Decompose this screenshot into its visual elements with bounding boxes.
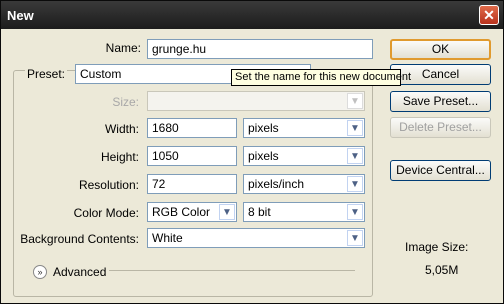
height-label: Height:: [100, 150, 139, 164]
background-contents-select[interactable]: White ▼: [147, 228, 365, 248]
bit-depth-select[interactable]: 8 bit ▼: [243, 202, 365, 222]
chevron-down-icon[interactable]: ▼: [219, 204, 235, 220]
size-select: ▼: [147, 91, 365, 111]
resolution-input[interactable]: 72: [147, 174, 237, 194]
chevron-down-icon[interactable]: ▼: [347, 176, 363, 192]
color-mode-label: Color Mode:: [73, 206, 139, 220]
title-bar[interactable]: New ✕: [1, 1, 503, 29]
image-size-value: 5,05M: [425, 263, 459, 277]
expand-icon[interactable]: »: [33, 265, 47, 279]
chevron-down-icon[interactable]: ▼: [347, 148, 363, 164]
preset-value: Custom: [80, 67, 122, 81]
name-label: Name:: [105, 41, 141, 55]
name-input[interactable]: grunge.hu: [147, 39, 373, 59]
size-label: Size:: [112, 95, 139, 109]
width-input[interactable]: 1680: [147, 118, 237, 138]
background-contents-value: White: [152, 231, 183, 245]
height-input[interactable]: 1050: [147, 146, 237, 166]
color-mode-select[interactable]: RGB Color ▼: [147, 202, 237, 222]
new-document-dialog: New ✕ Name: grunge.hu Preset: Custom Siz…: [0, 0, 504, 304]
advanced-toggle[interactable]: Advanced: [53, 265, 106, 279]
width-label: Width:: [104, 122, 139, 136]
resolution-unit-value: pixels/inch: [248, 177, 305, 191]
name-tooltip: Set the name for this new document: [231, 69, 411, 86]
dialog-body: Name: grunge.hu Preset: Custom Size: ▼ W…: [1, 29, 503, 303]
advanced-divider: [109, 270, 355, 271]
chevron-down-icon: ▼: [347, 93, 363, 109]
bit-depth-value: 8 bit: [248, 205, 271, 219]
width-unit-value: pixels: [248, 121, 279, 135]
chevron-down-icon[interactable]: ▼: [347, 204, 363, 220]
device-central-button[interactable]: Device Central...: [390, 160, 491, 181]
chevron-down-icon[interactable]: ▼: [347, 230, 363, 246]
width-unit-select[interactable]: pixels ▼: [243, 118, 365, 138]
color-mode-value: RGB Color: [152, 205, 211, 219]
ok-button[interactable]: OK: [390, 39, 491, 60]
height-unit-value: pixels: [248, 149, 279, 163]
resolution-label: Resolution:: [78, 178, 139, 192]
delete-preset-button: Delete Preset...: [390, 117, 491, 138]
background-contents-label: Background Contents:: [20, 232, 139, 246]
height-unit-select[interactable]: pixels ▼: [243, 146, 365, 166]
save-preset-button[interactable]: Save Preset...: [390, 91, 491, 112]
resolution-unit-select[interactable]: pixels/inch ▼: [243, 174, 365, 194]
chevron-down-icon[interactable]: ▼: [347, 120, 363, 136]
image-size-label: Image Size:: [405, 240, 469, 254]
close-button[interactable]: ✕: [479, 5, 499, 25]
preset-label: Preset:: [24, 67, 67, 81]
dialog-title: New: [7, 8, 34, 23]
